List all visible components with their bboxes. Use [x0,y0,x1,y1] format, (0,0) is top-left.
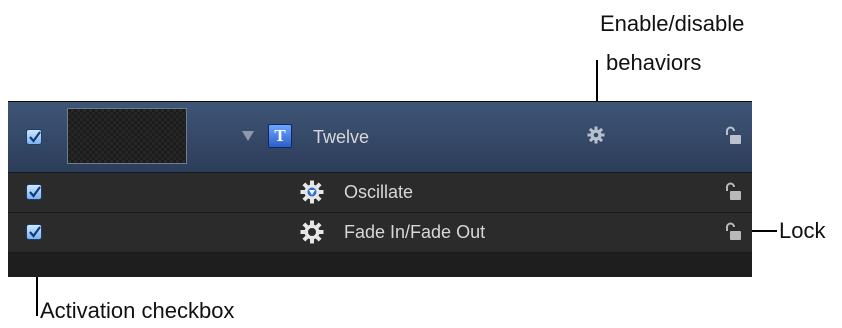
layer-thumbnail [67,108,187,164]
activation-checkbox-callout: Activation checkbox [40,298,235,323]
lock-callout: Lock [779,218,826,243]
unlock-icon[interactable] [724,222,742,242]
enable-behaviors-gear-icon[interactable] [587,126,605,144]
layers-panel: T Twelve Oscillate Fade In/Fade Out [8,101,752,277]
behavior-row-fade-in-fade-out[interactable]: Fade In/Fade Out [8,213,752,253]
activation-checkbox[interactable] [26,224,42,240]
oscillate-behavior-icon [300,180,324,204]
disclosure-triangle-icon[interactable] [242,131,254,141]
unlock-icon[interactable] [724,182,742,202]
activation-checkbox[interactable] [26,129,42,145]
gear-icon [300,220,324,244]
behavior-row-oscillate[interactable]: Oscillate [8,173,752,213]
enable-disable-behaviors-callout-line2: behaviors [606,50,702,75]
behavior-name-oscillate[interactable]: Oscillate [344,181,413,203]
checkmark-icon [29,131,41,143]
checkmark-icon [29,186,41,198]
behavior-name-fade-in-fade-out[interactable]: Fade In/Fade Out [344,221,485,243]
enable-disable-behaviors-callout-line1: Enable/disable [600,11,745,36]
checkmark-icon [29,226,41,238]
text-layer-icon: T [268,124,292,148]
activation-checkbox[interactable] [26,184,42,200]
unlock-icon[interactable] [724,126,742,146]
layer-row-twelve[interactable]: T Twelve [8,102,752,173]
layer-name-twelve[interactable]: Twelve [313,126,369,148]
